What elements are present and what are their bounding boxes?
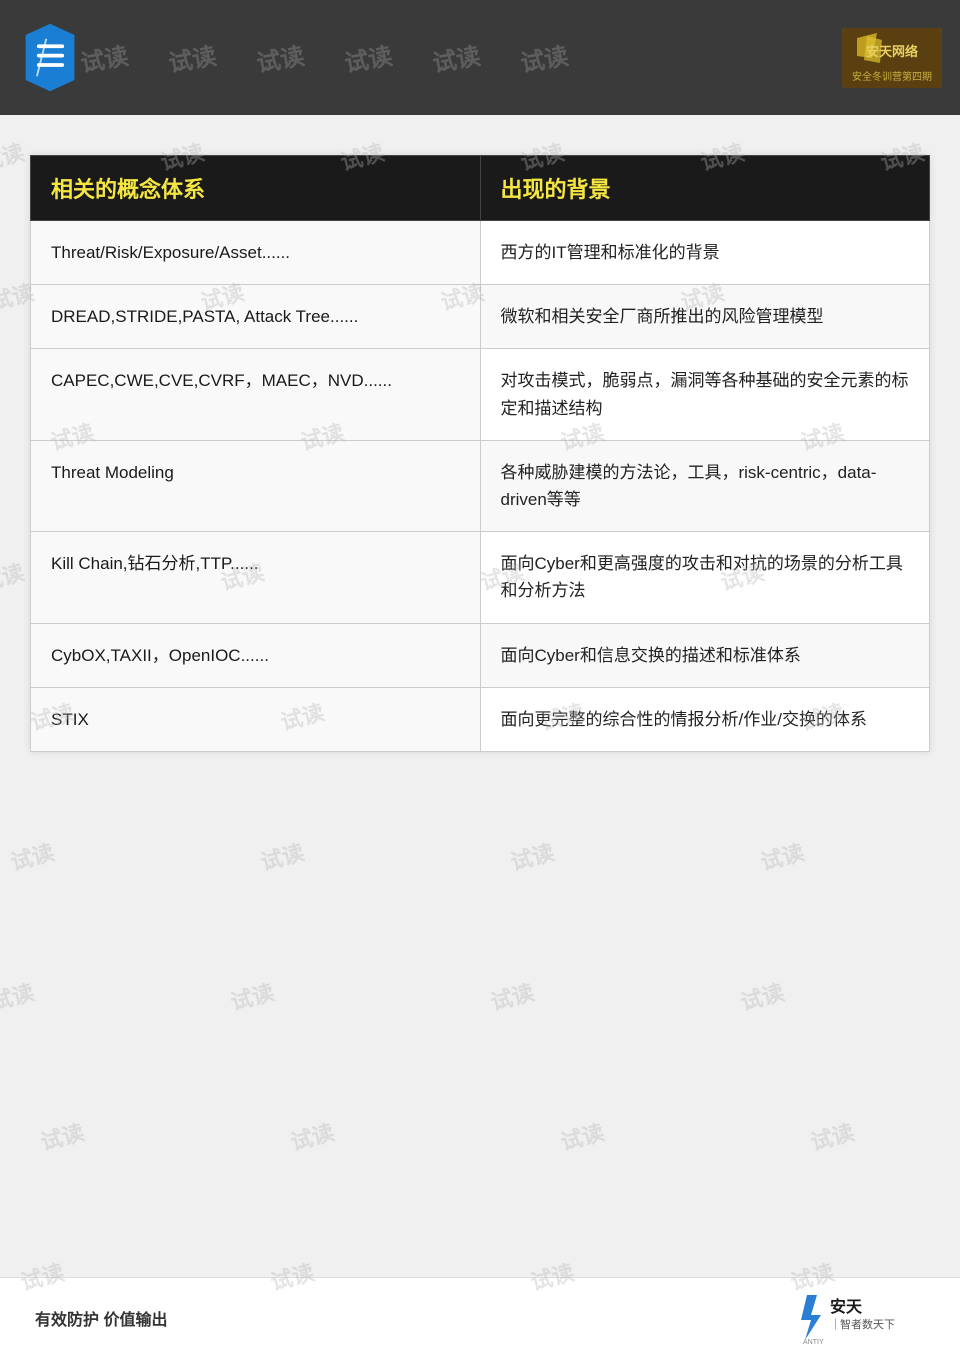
footer-brand-icon: 安天 ｜ 智者数天下 ANTIY bbox=[795, 1290, 925, 1345]
header-watermark: 试读 bbox=[429, 36, 482, 79]
watermark: 试读 bbox=[37, 1115, 88, 1157]
table-row: CAPEC,CWE,CVE,CVRF，MAEC，NVD......对攻击模式，脆… bbox=[31, 349, 930, 440]
background-cell: 各种威胁建模的方法论，工具，risk-centric，data-driven等等 bbox=[480, 440, 930, 531]
watermark: 试读 bbox=[7, 835, 58, 877]
concept-cell: STIX bbox=[31, 687, 481, 751]
svg-text:安天: 安天 bbox=[830, 1297, 863, 1316]
col2-header: 出现的背景 bbox=[480, 156, 930, 221]
table-row: CybOX,TAXII，OpenIOC......面向Cyber和信息交换的描述… bbox=[31, 623, 930, 687]
watermark: 试读 bbox=[227, 975, 278, 1017]
col2-header-text: 出现的背景 bbox=[501, 177, 611, 202]
table-row: Threat/Risk/Exposure/Asset......西方的IT管理和… bbox=[31, 221, 930, 285]
watermark: 试读 bbox=[287, 1115, 338, 1157]
watermark: 试读 bbox=[807, 1115, 858, 1157]
footer: 有效防护 价值输出 安天 ｜ 智者数天下 ANTIY bbox=[0, 1277, 960, 1357]
svg-text:智者数天下: 智者数天下 bbox=[840, 1317, 895, 1331]
watermark: 试读 bbox=[0, 135, 27, 177]
col1-header: 相关的概念体系 bbox=[31, 156, 481, 221]
watermark: 试读 bbox=[257, 835, 308, 877]
concept-cell: Threat/Risk/Exposure/Asset...... bbox=[31, 221, 481, 285]
watermark: 试读 bbox=[0, 975, 37, 1017]
watermark: 试读 bbox=[757, 835, 808, 877]
concept-cell: Threat Modeling bbox=[31, 440, 481, 531]
logo-area: ANTIY bbox=[18, 20, 83, 95]
background-cell: 西方的IT管理和标准化的背景 bbox=[480, 221, 930, 285]
background-cell: 面向Cyber和更高强度的攻击和对抗的场景的分析工具和分析方法 bbox=[480, 532, 930, 623]
table-row: STIX面向更完整的综合性的情报分析/作业/交换的体系 bbox=[31, 687, 930, 751]
concept-cell: DREAD,STRIDE,PASTA, Attack Tree...... bbox=[31, 285, 481, 349]
concept-cell: CAPEC,CWE,CVE,CVRF，MAEC，NVD...... bbox=[31, 349, 481, 440]
watermark: 试读 bbox=[507, 835, 558, 877]
table-row: Threat Modeling各种威胁建模的方法论，工具，risk-centri… bbox=[31, 440, 930, 531]
header-watermark: 试读 bbox=[341, 36, 394, 79]
col1-header-text: 相关的概念体系 bbox=[51, 177, 205, 202]
watermark: 试读 bbox=[487, 975, 538, 1017]
header: ANTIY 试读 试读 试读 试读 试读 试读 安天网络 安全冬训营第四期 bbox=[0, 0, 960, 115]
header-watermark: 试读 bbox=[165, 36, 218, 79]
footer-right-logo: 安天 ｜ 智者数天下 ANTIY bbox=[795, 1290, 925, 1345]
background-cell: 面向更完整的综合性的情报分析/作业/交换的体系 bbox=[480, 687, 930, 751]
table-header-row: 相关的概念体系 出现的背景 bbox=[31, 156, 930, 221]
watermark: 试读 bbox=[0, 555, 27, 597]
concept-cell: Kill Chain,钻石分析,TTP...... bbox=[31, 532, 481, 623]
brand-badge-icon: 安天网络 安全冬训营第四期 bbox=[842, 28, 942, 88]
table-row: Kill Chain,钻石分析,TTP......面向Cyber和更高强度的攻击… bbox=[31, 532, 930, 623]
svg-text:安天网络: 安天网络 bbox=[866, 44, 918, 59]
background-cell: 面向Cyber和信息交换的描述和标准体系 bbox=[480, 623, 930, 687]
watermark: 试读 bbox=[557, 1115, 608, 1157]
table-row: DREAD,STRIDE,PASTA, Attack Tree......微软和… bbox=[31, 285, 930, 349]
background-cell: 微软和相关安全厂商所推出的风险管理模型 bbox=[480, 285, 930, 349]
footer-left-text: 有效防护 价值输出 bbox=[35, 1306, 167, 1330]
concept-table: 相关的概念体系 出现的背景 Threat/Risk/Exposure/Asset… bbox=[30, 155, 930, 752]
background-cell: 对攻击模式，脆弱点，漏洞等各种基础的安全元素的标定和描述结构 bbox=[480, 349, 930, 440]
header-watermark: 试读 bbox=[80, 36, 131, 79]
svg-text:ANTIY: ANTIY bbox=[803, 1339, 824, 1345]
antiy-logo-icon: ANTIY bbox=[18, 20, 83, 95]
watermark: 试读 bbox=[737, 975, 788, 1017]
table-body: Threat/Risk/Exposure/Asset......西方的IT管理和… bbox=[31, 221, 930, 752]
main-content: 相关的概念体系 出现的背景 Threat/Risk/Exposure/Asset… bbox=[30, 155, 930, 752]
header-right-brand: 安天网络 安全冬训营第四期 bbox=[842, 28, 942, 88]
svg-text:安全冬训营第四期: 安全冬训营第四期 bbox=[852, 70, 932, 83]
header-watermark-area: 试读 试读 试读 试读 试读 试读 bbox=[80, 0, 830, 115]
header-watermark: 试读 bbox=[517, 36, 570, 79]
header-watermark: 试读 bbox=[253, 36, 306, 79]
concept-cell: CybOX,TAXII，OpenIOC...... bbox=[31, 623, 481, 687]
brand-badge: 安天网络 安全冬训营第四期 bbox=[842, 28, 942, 88]
